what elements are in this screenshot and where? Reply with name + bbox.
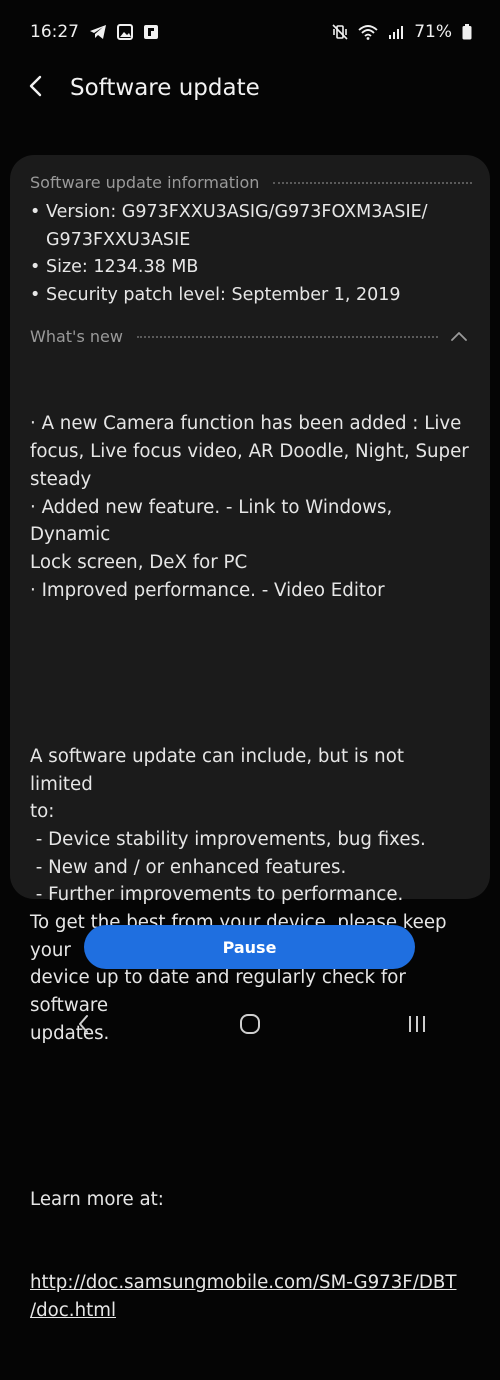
mute-vibrate-icon: [332, 24, 348, 40]
status-right: 71%: [332, 22, 472, 42]
security-patch-item: Security patch level: September 1, 2019: [30, 282, 472, 310]
battery-icon: [462, 24, 472, 40]
whats-new-content: · A new Camera function has been added :…: [30, 355, 472, 1380]
status-left: 16:27: [30, 22, 159, 42]
battery-percent: 71%: [414, 22, 452, 42]
wifi-icon: [358, 24, 378, 40]
dotted-divider: [273, 182, 472, 184]
status-time: 16:27: [30, 22, 79, 42]
update-info-header: Software update information: [30, 169, 472, 195]
recent-apps-icon: [407, 1014, 427, 1038]
update-info-list: Version: G973FXXU3ASIG/G973FOXM3ASIE/ G9…: [30, 199, 472, 309]
size-item: Size: 1234.38 MB: [30, 254, 472, 282]
navigation-bar: [0, 996, 500, 1056]
version-text: Version: G973FXXU3ASIG/G973FOXM3ASIE/ G9…: [46, 202, 428, 250]
nav-recents-button[interactable]: [387, 1002, 447, 1050]
gallery-icon: [117, 24, 133, 40]
learn-more-label: Learn more at:: [30, 1189, 164, 1211]
home-icon: [239, 1013, 261, 1039]
signal-icon: [388, 24, 404, 40]
learn-more-link[interactable]: http://doc.samsungmobile.com/SM-G973F/DB…: [30, 1269, 472, 1324]
nav-back-button[interactable]: [53, 1002, 113, 1050]
dotted-divider: [136, 336, 438, 338]
app-bar: Software update: [0, 64, 500, 112]
status-bar: 16:27 71%: [0, 0, 500, 64]
back-arrow-icon: [28, 75, 42, 101]
pause-button[interactable]: Pause: [84, 925, 415, 969]
whats-new-header-label: What's new: [30, 326, 123, 346]
telegram-icon: [89, 24, 107, 40]
page-title: Software update: [70, 75, 260, 101]
nav-home-button[interactable]: [220, 1002, 280, 1050]
flipboard-icon: [143, 24, 159, 40]
version-item: Version: G973FXXU3ASIG/G973FOXM3ASIE/ G9…: [30, 199, 472, 254]
recents-back-icon: [77, 1014, 89, 1038]
security-patch-text: Security patch level: September 1, 2019: [46, 284, 401, 305]
update-info-header-label: Software update information: [30, 172, 260, 192]
size-text: Size: 1234.38 MB: [46, 257, 199, 277]
whats-new-header[interactable]: What's new: [30, 323, 472, 349]
update-details-card[interactable]: Software update information Version: G97…: [10, 155, 490, 1321]
chevron-up-icon[interactable]: [446, 331, 472, 341]
whats-new-features: · A new Camera function has been added :…: [30, 413, 469, 601]
back-button[interactable]: [0, 64, 70, 112]
